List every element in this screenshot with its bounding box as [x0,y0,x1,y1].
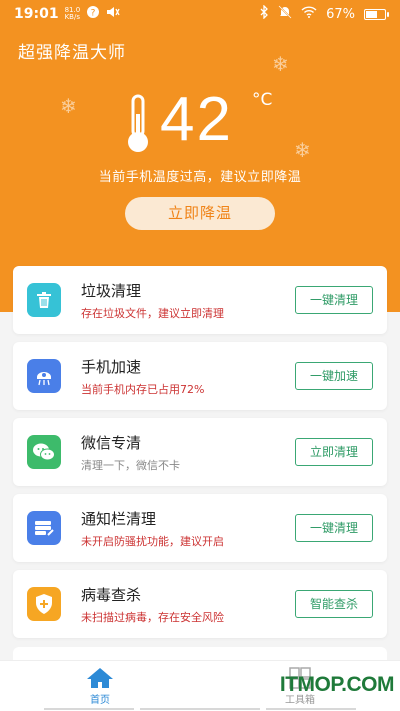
thermometer-icon [128,94,148,152]
card-title: 病毒查杀 [81,586,142,604]
tab-home[interactable]: 首页 [0,661,200,711]
card-junk-clean: 垃圾清理 存在垃圾文件，建议立即清理 一键清理 [13,266,387,334]
card-phone-boost: 手机加速 当前手机内存已占用72% 一键加速 [13,342,387,410]
battery-percent: 67% [326,6,355,22]
virus-scan-button[interactable]: 智能查杀 [295,590,373,618]
status-time: 19:01 [14,6,59,22]
card-title: 微信专清 [81,434,142,452]
card-description: 未扫描过病毒，存在安全风险 [81,611,224,624]
mute-icon [106,5,120,23]
home-icon [87,668,113,688]
wifi-icon [301,6,317,22]
card-virus-scan: 病毒查杀 未扫描过病毒，存在安全风险 智能查杀 [13,570,387,638]
snowflake-icon: ❄ [60,94,77,118]
card-notification-clean: 通知栏清理 未开启防骚扰功能，建议开启 一键清理 [13,494,387,562]
temperature-warning: 当前手机温度过高，建议立即降温 [98,170,302,185]
watermark: ITMOP.COM [279,673,395,696]
shield-icon [27,587,61,621]
temperature-display: 42 °C [124,85,284,160]
card-wechat-clean: 微信专清 清理一下，微信不卡 立即清理 [13,418,387,486]
snowflake-icon: ❄ [272,52,289,76]
app-title: 超强降温大师 [18,43,126,63]
cool-down-button[interactable]: 立即降温 [125,197,275,230]
tab-home-label: 首页 [90,695,110,706]
status-bar: 19:01 81.0 KB/s ? 67% [0,0,400,28]
wechat-icon [27,435,61,469]
nav-indicator [140,708,260,710]
card-description: 清理一下，微信不卡 [81,459,180,472]
junk-clean-button[interactable]: 一键清理 [295,286,373,314]
notification-dot-icon: ? [86,5,100,23]
nav-indicator [44,708,134,710]
trash-icon [27,283,61,317]
card-title: 手机加速 [81,358,142,376]
battery-icon [364,8,389,20]
nav-indicator [266,708,356,710]
temperature-value: 42 [160,85,233,154]
network-speed-unit: KB/s [64,13,80,21]
card-description: 未开启防骚扰功能，建议开启 [81,535,224,548]
notification-icon [27,511,61,545]
notification-clean-button[interactable]: 一键清理 [295,514,373,542]
svg-text:?: ? [91,9,96,19]
network-speed: 81.0 KB/s [65,7,81,21]
temperature-unit: °C [252,90,273,110]
phone-boost-button[interactable]: 一键加速 [295,362,373,390]
card-description: 当前手机内存已占用72% [81,383,205,396]
card-title: 通知栏清理 [81,510,157,528]
card-description: 存在垃圾文件，建议立即清理 [81,307,224,320]
alarm-off-icon [278,5,292,23]
snowflake-icon: ❄ [294,138,311,162]
card-title: 垃圾清理 [81,282,142,300]
bluetooth-icon [259,4,269,23]
wechat-clean-button[interactable]: 立即清理 [295,438,373,466]
rocket-icon [27,359,61,393]
